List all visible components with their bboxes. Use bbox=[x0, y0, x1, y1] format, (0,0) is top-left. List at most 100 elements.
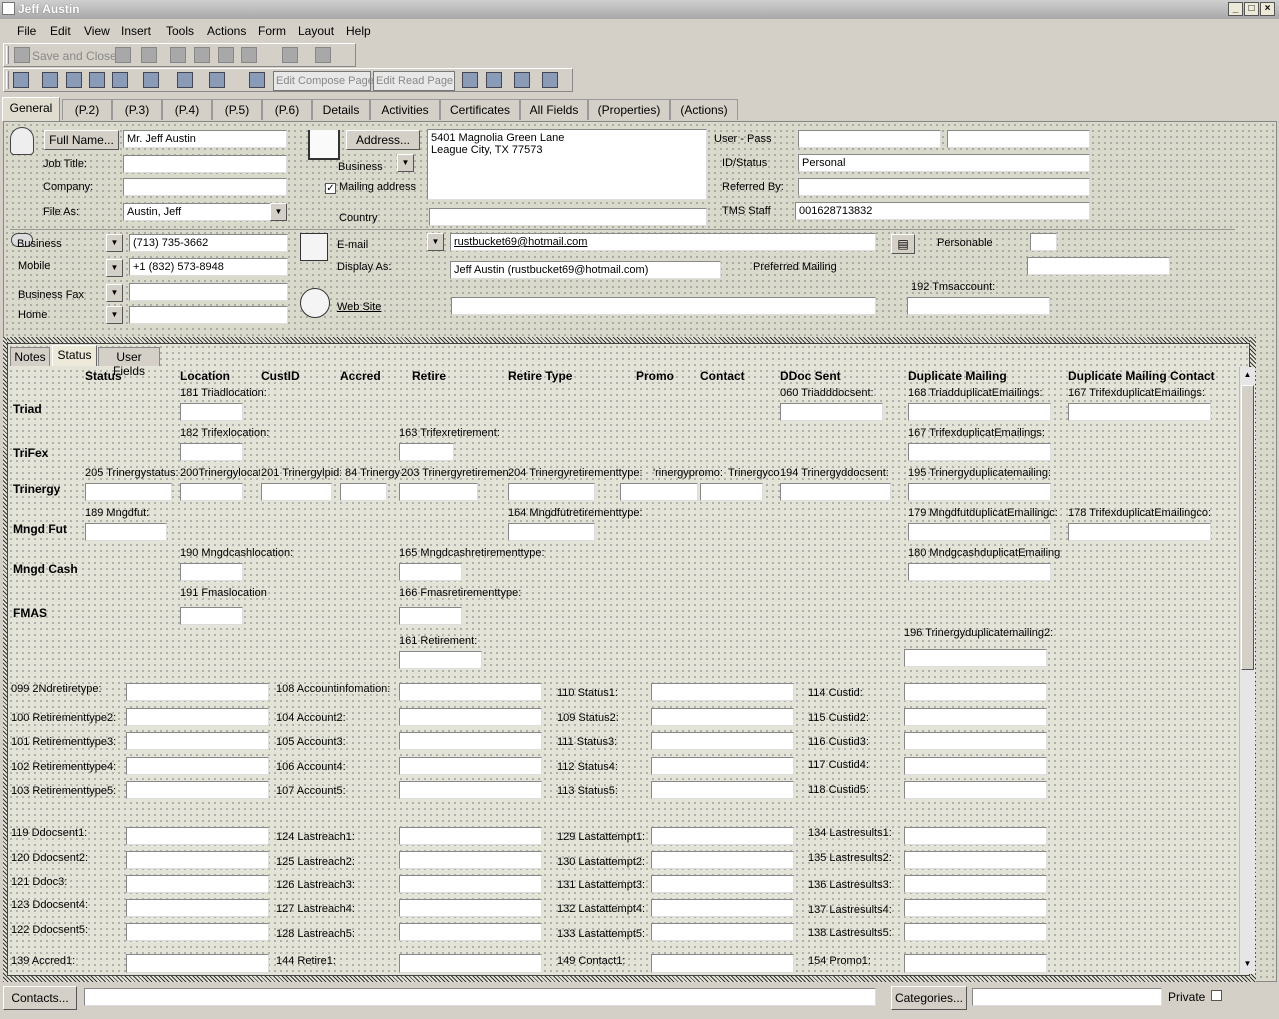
mngdfut-dupc-field[interactable] bbox=[1068, 523, 1211, 541]
tab-properties[interactable]: (Properties) bbox=[588, 99, 670, 120]
grid-field[interactable] bbox=[904, 954, 1047, 973]
trinergy-dup-field[interactable] bbox=[908, 483, 1051, 501]
pass-field[interactable] bbox=[947, 130, 1090, 148]
save-disk-icon[interactable] bbox=[115, 47, 131, 63]
grid-field[interactable] bbox=[904, 781, 1047, 799]
menu-tools[interactable]: Tools bbox=[166, 24, 194, 38]
grid-field[interactable] bbox=[126, 827, 269, 845]
flag-icon[interactable] bbox=[170, 47, 186, 63]
toolbar-grip[interactable] bbox=[6, 71, 9, 89]
grid-field[interactable] bbox=[904, 732, 1047, 750]
web-site-field[interactable] bbox=[451, 297, 876, 315]
grid-field[interactable] bbox=[651, 875, 794, 893]
tab-general[interactable]: General bbox=[2, 97, 60, 121]
send-back-icon[interactable] bbox=[66, 72, 82, 88]
mngdcash-dup-field[interactable] bbox=[908, 563, 1051, 581]
grid-field[interactable] bbox=[651, 757, 794, 775]
subtab-status[interactable]: Status bbox=[52, 345, 97, 366]
trinergy-ddoc-field[interactable] bbox=[780, 483, 891, 501]
phone1-dropdown[interactable]: ▼ bbox=[106, 234, 123, 252]
file-as-field[interactable]: Austin, Jeff bbox=[123, 203, 271, 221]
field-chooser-icon[interactable] bbox=[13, 72, 29, 88]
tab-p3[interactable]: (P.3) bbox=[112, 99, 162, 120]
print-icon[interactable] bbox=[141, 47, 157, 63]
categories-icon[interactable] bbox=[194, 47, 210, 63]
grid-field[interactable] bbox=[399, 683, 542, 701]
private-checkbox[interactable] bbox=[1211, 990, 1222, 1001]
edit-compose-button[interactable]: Edit Compose Page bbox=[273, 71, 374, 91]
phone1-field[interactable]: (713) 735-3662 bbox=[129, 234, 288, 252]
grid-field[interactable] bbox=[126, 732, 269, 750]
trinergy-accred-field[interactable] bbox=[340, 483, 387, 501]
preferred-mailing-field[interactable] bbox=[1027, 257, 1170, 275]
menu-actions[interactable]: Actions bbox=[207, 24, 246, 38]
grid-field[interactable] bbox=[126, 683, 269, 701]
retirement-field[interactable] bbox=[399, 651, 482, 669]
scroll-up-icon[interactable]: ▲ bbox=[1241, 368, 1254, 383]
full-name-field[interactable]: Mr. Jeff Austin bbox=[123, 130, 287, 148]
align-center-icon[interactable] bbox=[177, 72, 193, 88]
tab-p4[interactable]: (P.4) bbox=[162, 99, 212, 120]
mngdcash-retire-field[interactable] bbox=[399, 563, 462, 581]
tab-p5[interactable]: (P.5) bbox=[212, 99, 262, 120]
maximize-button[interactable]: □ bbox=[1244, 2, 1259, 16]
grid-field[interactable] bbox=[126, 757, 269, 775]
phone4-field[interactable] bbox=[129, 306, 288, 324]
trinergy-status-field[interactable] bbox=[85, 483, 172, 501]
user-field[interactable] bbox=[798, 130, 941, 148]
grid-field[interactable] bbox=[651, 851, 794, 869]
trifex-location-field[interactable] bbox=[180, 443, 243, 461]
contacts-button[interactable]: Contacts... bbox=[3, 986, 77, 1010]
grid-field[interactable] bbox=[399, 827, 542, 845]
grid-field[interactable] bbox=[126, 954, 269, 973]
grid-field[interactable] bbox=[904, 875, 1047, 893]
snap-grid-icon[interactable] bbox=[249, 72, 265, 88]
trifex-dup-field[interactable] bbox=[908, 443, 1051, 461]
save-close-button[interactable]: Save and Close bbox=[32, 49, 117, 63]
tab-certificates[interactable]: Certificates bbox=[440, 99, 520, 120]
ungroup-icon[interactable] bbox=[112, 72, 128, 88]
trinergy-location-field[interactable] bbox=[180, 483, 243, 501]
new-icon[interactable] bbox=[241, 47, 257, 63]
triad-dupc-field[interactable] bbox=[1068, 403, 1211, 421]
mngdfut-status-field[interactable] bbox=[85, 523, 167, 541]
trinergy-retiretype-field[interactable] bbox=[508, 483, 595, 501]
edit-read-button[interactable]: Edit Read Page bbox=[373, 71, 455, 91]
grid-field[interactable] bbox=[126, 781, 269, 799]
triad-ddoc-field[interactable] bbox=[780, 403, 883, 421]
email-dropdown[interactable]: ▼ bbox=[427, 233, 444, 251]
grid-field[interactable] bbox=[651, 827, 794, 845]
grid-icon[interactable] bbox=[209, 72, 225, 88]
subtab-user-fields[interactable]: User Fields bbox=[98, 347, 160, 378]
phone3-field[interactable] bbox=[129, 283, 288, 301]
vertical-scrollbar[interactable]: ▲ ▼ bbox=[1239, 367, 1255, 974]
grid-field[interactable] bbox=[651, 683, 794, 701]
phone2-dropdown[interactable]: ▼ bbox=[106, 259, 123, 277]
tms-staff-field[interactable]: 001628713832 bbox=[795, 202, 1090, 220]
grid-field[interactable] bbox=[904, 683, 1047, 701]
grid-field[interactable] bbox=[399, 732, 542, 750]
trinergy-dup2-field[interactable] bbox=[904, 649, 1047, 667]
grid-field[interactable] bbox=[399, 851, 542, 869]
address-button[interactable]: Address... bbox=[346, 130, 420, 150]
menu-edit[interactable]: Edit bbox=[50, 24, 71, 38]
grid-field[interactable] bbox=[126, 899, 269, 917]
company-field[interactable] bbox=[123, 178, 287, 196]
group-icon[interactable] bbox=[89, 72, 105, 88]
menu-form[interactable]: Form bbox=[258, 24, 286, 38]
file-as-dropdown[interactable]: ▼ bbox=[270, 203, 287, 221]
save-icon[interactable] bbox=[14, 47, 30, 63]
menu-insert[interactable]: Insert bbox=[121, 24, 151, 38]
fmas-location-field[interactable] bbox=[180, 607, 243, 625]
scroll-down-icon[interactable]: ▼ bbox=[1241, 957, 1254, 972]
mailing-address-checkbox[interactable]: ✓ bbox=[325, 183, 336, 194]
phone3-dropdown[interactable]: ▼ bbox=[106, 284, 123, 302]
id-status-field[interactable]: Personal bbox=[798, 154, 1090, 172]
grid-field[interactable] bbox=[399, 708, 542, 726]
personable-field[interactable] bbox=[1030, 233, 1057, 251]
grid-field[interactable] bbox=[651, 954, 794, 973]
job-title-field[interactable] bbox=[123, 155, 287, 173]
up-arrow-icon[interactable] bbox=[282, 47, 298, 63]
minimize-button[interactable]: _ bbox=[1228, 2, 1243, 16]
full-name-button[interactable]: Full Name... bbox=[44, 130, 119, 150]
